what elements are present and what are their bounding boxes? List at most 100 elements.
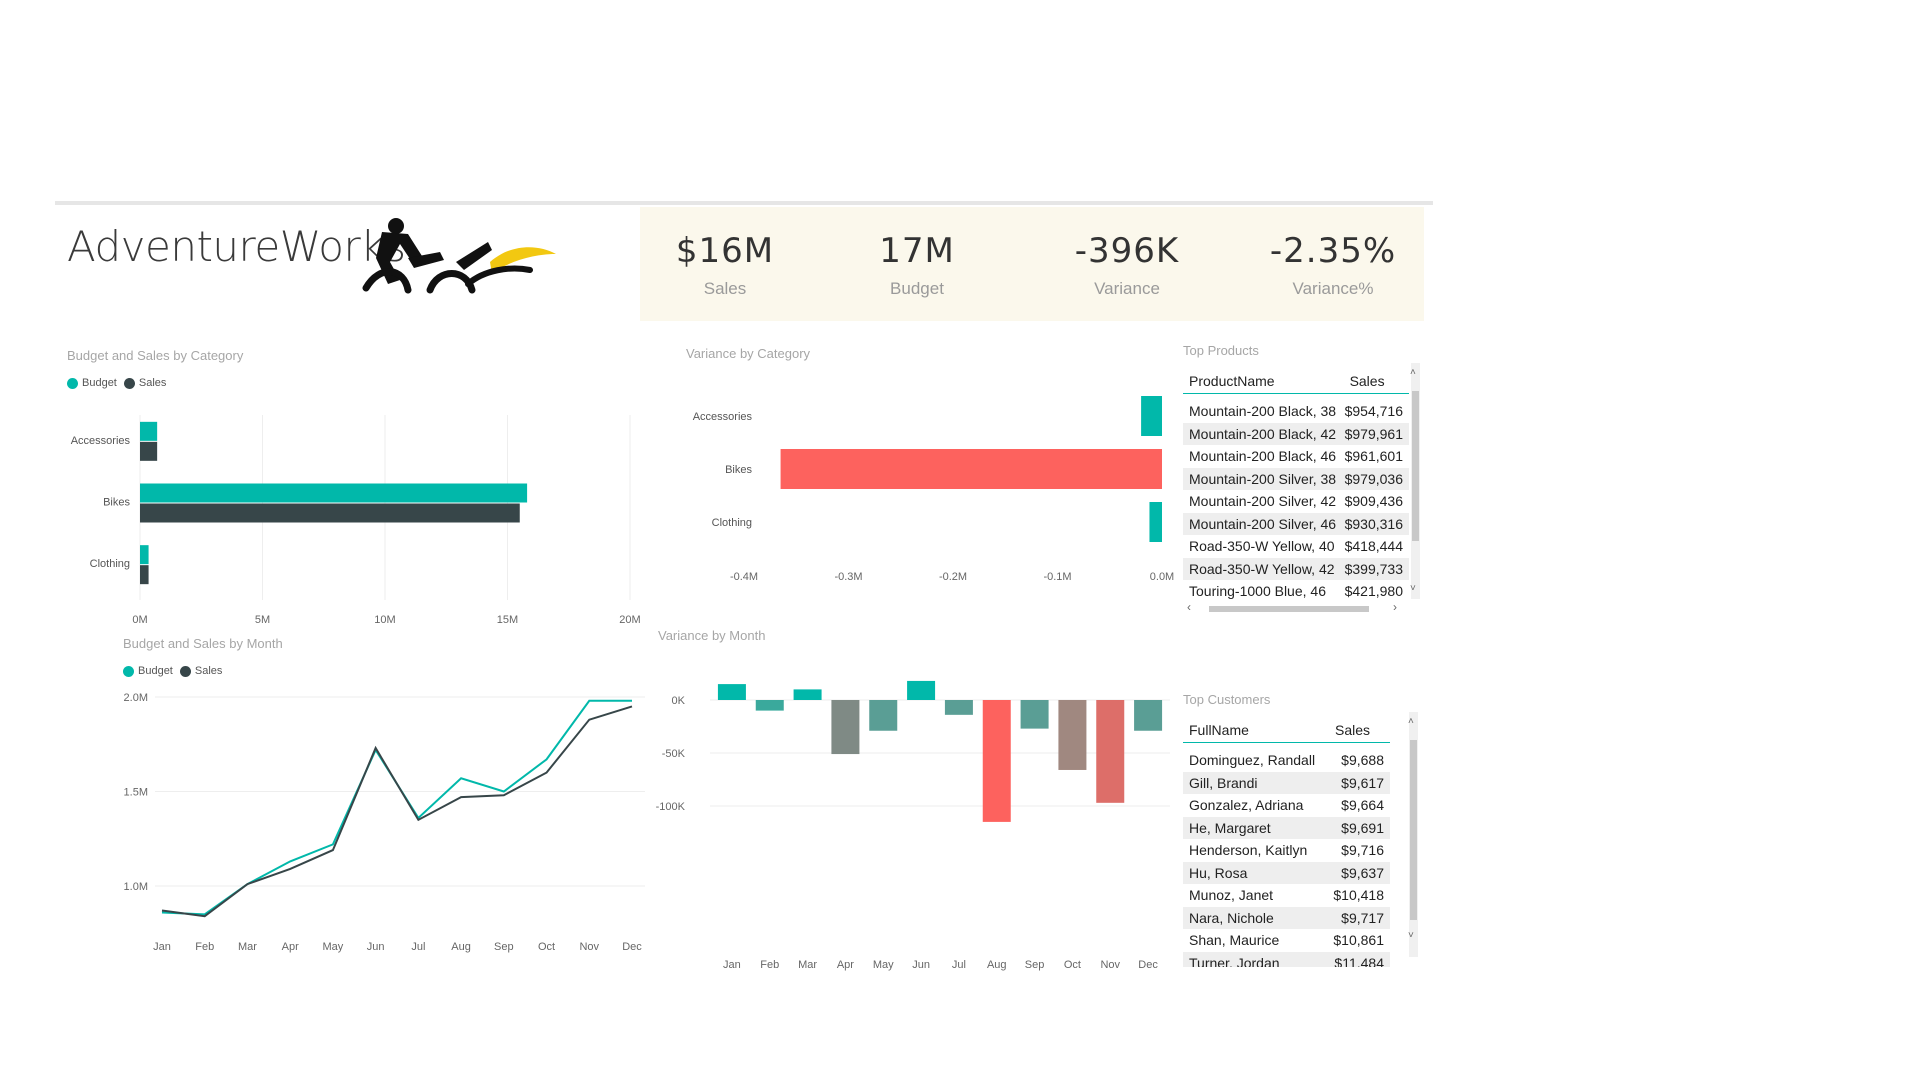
bar-sales bbox=[140, 503, 520, 523]
bar-variance-month bbox=[793, 689, 822, 700]
scrollbar-thumb[interactable] bbox=[1410, 740, 1417, 920]
x-tick-label: 0.0M bbox=[1150, 571, 1174, 583]
y-tick-label: Accessories bbox=[693, 411, 753, 423]
table-row[interactable]: Mountain-200 Black, 46 $961,601 bbox=[1183, 445, 1409, 468]
cell-sales: $909,436 bbox=[1344, 493, 1403, 510]
chart-variance-by-category: -0.4M -0.3M -0.2M -0.1M 0.0M Accessories Bikes… bbox=[693, 396, 1174, 583]
table-row[interactable]: He, Margaret $9,691 bbox=[1183, 816, 1390, 839]
cell-name: Mountain-200 Black, 38 bbox=[1189, 403, 1337, 420]
bar-variance-month bbox=[982, 700, 1011, 822]
table-row[interactable]: Mountain-200 Silver, 46 $930,316 bbox=[1183, 512, 1409, 535]
cell-name: Touring-1000 Blue, 46 bbox=[1189, 583, 1326, 600]
table-body-viewport: FullName Sales Dominguez, Randall $9,688 G… bbox=[1183, 712, 1390, 967]
x-tick-label: Oct bbox=[1064, 959, 1081, 971]
vertical-scrollbar[interactable] bbox=[1409, 712, 1418, 957]
x-tick-label: May bbox=[323, 941, 344, 953]
table-row[interactable]: Touring-1000 Blue, 46 $421,980 bbox=[1183, 580, 1409, 603]
cell-sales: $930,316 bbox=[1344, 515, 1403, 532]
legend-dot-sales bbox=[123, 377, 135, 389]
table-row[interactable]: Touring-1000 Yellow, 46$440,360 bbox=[1183, 602, 1409, 603]
bar-variance-month bbox=[1134, 700, 1163, 731]
x-tick-label: May bbox=[873, 959, 894, 971]
table-row[interactable]: Shan, Maurice $10,861 bbox=[1183, 929, 1390, 952]
cell-sales: $961,601 bbox=[1344, 448, 1403, 465]
x-tick-label: Mar bbox=[238, 941, 257, 953]
x-tick-label: Dec bbox=[622, 941, 642, 953]
x-tick-label: 20M bbox=[619, 614, 640, 626]
scroll-right-icon[interactable]: › bbox=[1393, 600, 1397, 614]
y-tick-label: Accessories bbox=[71, 435, 131, 447]
column-header-fullname[interactable]: FullName bbox=[1183, 722, 1329, 738]
cell-name: Gill, Brandi bbox=[1189, 774, 1258, 791]
cell-name: Gonzalez, Adriana bbox=[1189, 797, 1304, 814]
x-tick-label: Jun bbox=[367, 941, 385, 953]
kpi-value: -2.35% bbox=[1269, 231, 1397, 271]
cell-sales: $9,664 bbox=[1341, 797, 1384, 814]
kpi-value: 17M bbox=[879, 231, 955, 271]
x-tick-label: Mar bbox=[798, 959, 817, 971]
bar-variance-month bbox=[1058, 700, 1087, 770]
bar-variance-month bbox=[831, 700, 860, 755]
legend-dot-budget bbox=[123, 665, 134, 677]
table-header: ProductName Sales bbox=[1183, 363, 1409, 394]
table-row[interactable]: Munoz, Janet $10,418 bbox=[1183, 884, 1390, 907]
cell-sales: $954,716 bbox=[1344, 403, 1403, 420]
chart-variance-by-month: 0K -50K -100K Jan Feb Mar Apr May Jun Jul Aug Sep Oc… bbox=[656, 680, 1170, 971]
x-tick-label: -0.1M bbox=[1043, 571, 1071, 583]
table-row[interactable]: Mountain-200 Black, 42 $979,961 bbox=[1183, 422, 1409, 445]
bar-budget bbox=[140, 421, 158, 441]
table-row[interactable]: Turner, Jordan $11,484 bbox=[1183, 951, 1390, 967]
scroll-up-icon[interactable]: ˄ bbox=[1408, 716, 1414, 727]
bar-variance-month bbox=[717, 684, 746, 700]
scroll-left-icon[interactable]: ‹ bbox=[1187, 600, 1191, 614]
table-row[interactable]: Henderson, Kaitlyn $9,716 bbox=[1183, 839, 1390, 862]
cell-name: Shan, Maurice bbox=[1189, 932, 1280, 949]
scrollbar-thumb[interactable] bbox=[1412, 391, 1419, 541]
x-tick-label: Dec bbox=[1138, 959, 1158, 971]
y-tick-label: Bikes bbox=[103, 497, 130, 509]
table-row[interactable]: Dominguez, Randall $9,688 bbox=[1183, 749, 1390, 772]
table-rows: Dominguez, Randall $9,688 Gill, Brandi $9,6… bbox=[1183, 749, 1390, 967]
table-row[interactable]: Gonzalez, Adriana $9,664 bbox=[1183, 794, 1390, 817]
vertical-scrollbar[interactable] bbox=[1411, 363, 1420, 599]
cell-name: Mountain-200 Black, 42 bbox=[1189, 425, 1337, 442]
table-row[interactable]: Nara, Nichole $9,717 bbox=[1183, 906, 1390, 929]
legend-label-sales: Sales bbox=[194, 665, 223, 677]
table-row[interactable]: Mountain-200 Silver, 38 $979,036 bbox=[1183, 467, 1409, 490]
cell-name: Dominguez, Randall bbox=[1189, 752, 1316, 769]
scroll-up-icon[interactable]: ˄ bbox=[1410, 367, 1416, 378]
scroll-down-icon[interactable]: ˅ bbox=[1408, 930, 1414, 941]
x-tick-label: Feb bbox=[195, 941, 214, 953]
table-row[interactable]: Hu, Rosa $9,637 bbox=[1183, 861, 1390, 884]
x-tick-label: Oct bbox=[538, 941, 555, 953]
table-row[interactable]: Mountain-200 Black, 38 $954,716 bbox=[1183, 400, 1409, 423]
table-row[interactable]: Gill, Brandi $9,617 bbox=[1183, 771, 1390, 794]
cell-name: He, Margaret bbox=[1189, 819, 1271, 836]
column-header-sales[interactable]: Sales bbox=[1344, 373, 1409, 389]
bar-variance bbox=[1149, 502, 1162, 542]
legend-label-budget: Budget bbox=[82, 377, 117, 389]
scrollbar-thumb[interactable] bbox=[1209, 606, 1369, 612]
kpi-label: Variance% bbox=[1292, 279, 1374, 298]
kpi-label: Budget bbox=[890, 279, 944, 298]
cell-sales: $10,418 bbox=[1333, 887, 1384, 904]
cell-sales: $421,980 bbox=[1344, 583, 1403, 600]
horizontal-scrollbar[interactable]: ‹ › bbox=[1183, 600, 1409, 614]
legend-label-budget: Budget bbox=[138, 665, 173, 677]
column-header-sales[interactable]: Sales bbox=[1329, 722, 1390, 738]
column-header-productname[interactable]: ProductName bbox=[1183, 373, 1344, 389]
cell-name: Hu, Rosa bbox=[1189, 864, 1248, 881]
top-products-table: ProductName Sales Mountain-200 Black, 38… bbox=[1183, 363, 1420, 618]
chart-budget-sales-by-month: 1.0M 1.5M 2.0M Jan Feb Mar Apr May Jun Jul Aug Sep O… bbox=[124, 692, 645, 953]
table-row[interactable]: Mountain-200 Silver, 42 $909,436 bbox=[1183, 490, 1409, 513]
bar-sales bbox=[140, 565, 149, 585]
table-row[interactable]: Road-350-W Yellow, 40 $418,444 bbox=[1183, 535, 1409, 558]
header-divider bbox=[55, 201, 1433, 205]
cell-name: Mountain-200 Silver, 42 bbox=[1189, 493, 1337, 510]
cell-sales: $399,733 bbox=[1344, 560, 1403, 577]
scroll-down-icon[interactable]: ˅ bbox=[1410, 583, 1416, 594]
bar-sales bbox=[140, 441, 158, 461]
table-row[interactable]: Road-350-W Yellow, 42 $399,733 bbox=[1183, 557, 1409, 580]
x-tick-label: Apr bbox=[282, 941, 299, 953]
cell-sales: $418,444 bbox=[1344, 538, 1403, 555]
